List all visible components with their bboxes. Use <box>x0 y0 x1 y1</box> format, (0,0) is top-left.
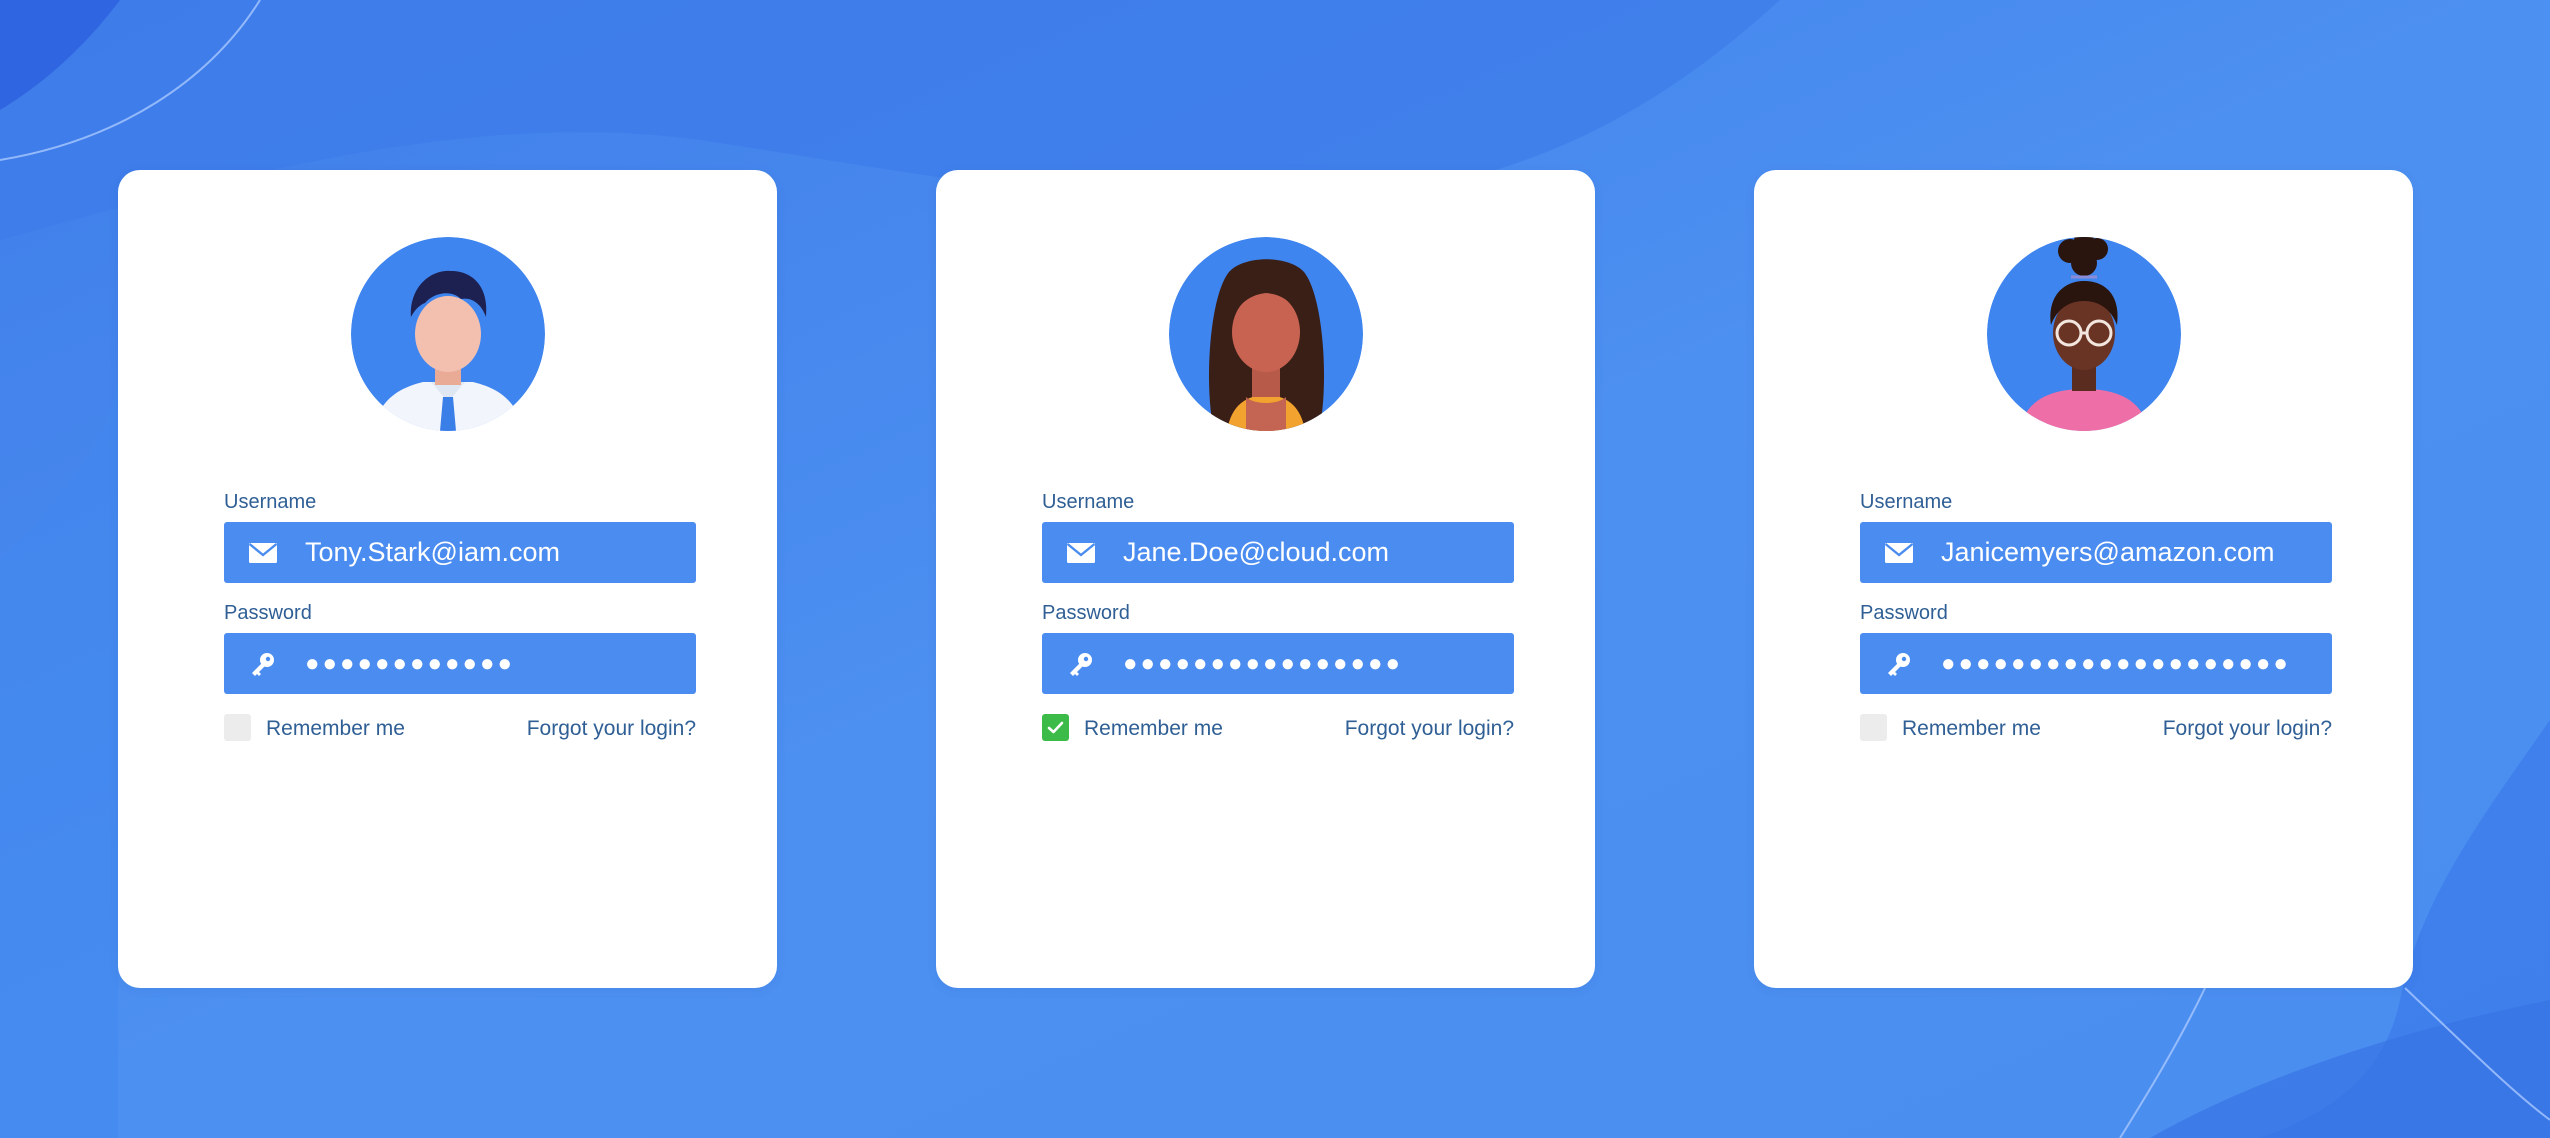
password-label: Password <box>224 602 312 624</box>
remember-me-label: Remember me <box>266 717 405 740</box>
key-icon <box>1070 653 1092 676</box>
username-label: Username <box>224 491 317 513</box>
forgot-login-link[interactable]: Forgot your login? <box>2163 716 2332 742</box>
avatar <box>351 237 545 431</box>
forgot-login-link[interactable]: Forgot your login? <box>1345 716 1514 742</box>
password-value: ●●●●●●●●●●●●●●●● <box>1123 650 1403 677</box>
password-label: Password <box>1042 602 1130 624</box>
female-avatar-icon <box>1169 237 1363 431</box>
password-value: ●●●●●●●●●●●●●●●●●●●● <box>1941 650 2291 677</box>
checkmark-icon <box>1047 721 1064 734</box>
login-card-2: Username Jane.Doe@cloud.com Password ●●●… <box>936 170 1595 988</box>
remember-me-label: Remember me <box>1902 717 2041 740</box>
username-value: Jane.Doe@cloud.com <box>1123 537 1390 567</box>
mail-icon <box>248 543 278 563</box>
avatar <box>1987 237 2181 431</box>
password-label: Password <box>1860 602 1948 624</box>
login-card-1: Username Tony.Stark@iam.com Password ●●●… <box>118 170 777 988</box>
username-value: Janicemyers@amazon.com <box>1941 537 2275 567</box>
key-icon <box>1888 653 1910 676</box>
username-value: Tony.Stark@iam.com <box>305 537 560 567</box>
remember-me-label: Remember me <box>1084 717 1223 740</box>
username-label: Username <box>1860 491 1953 513</box>
female-avatar-glasses-icon <box>1987 237 2181 431</box>
remember-me-checkbox[interactable] <box>1860 714 1887 741</box>
mail-icon <box>1066 543 1096 563</box>
password-field[interactable]: ●●●●●●●●●●●●●●●● <box>1042 633 1514 694</box>
username-label: Username <box>1042 491 1135 513</box>
mail-icon <box>1884 543 1914 563</box>
password-field[interactable]: ●●●●●●●●●●●● <box>224 633 696 694</box>
remember-me-checkbox[interactable] <box>1042 714 1069 741</box>
password-field[interactable]: ●●●●●●●●●●●●●●●●●●●● <box>1860 633 2332 694</box>
login-card-3: Username Janicemyers@amazon.com Password… <box>1754 170 2413 988</box>
key-icon <box>252 653 274 676</box>
male-avatar-icon <box>351 237 545 431</box>
username-field[interactable]: Jane.Doe@cloud.com <box>1042 522 1514 583</box>
remember-me-checkbox[interactable] <box>224 714 251 741</box>
forgot-login-link[interactable]: Forgot your login? <box>527 716 696 742</box>
username-field[interactable]: Tony.Stark@iam.com <box>224 522 696 583</box>
avatar <box>1169 237 1363 431</box>
username-field[interactable]: Janicemyers@amazon.com <box>1860 522 2332 583</box>
password-value: ●●●●●●●●●●●● <box>305 650 515 677</box>
